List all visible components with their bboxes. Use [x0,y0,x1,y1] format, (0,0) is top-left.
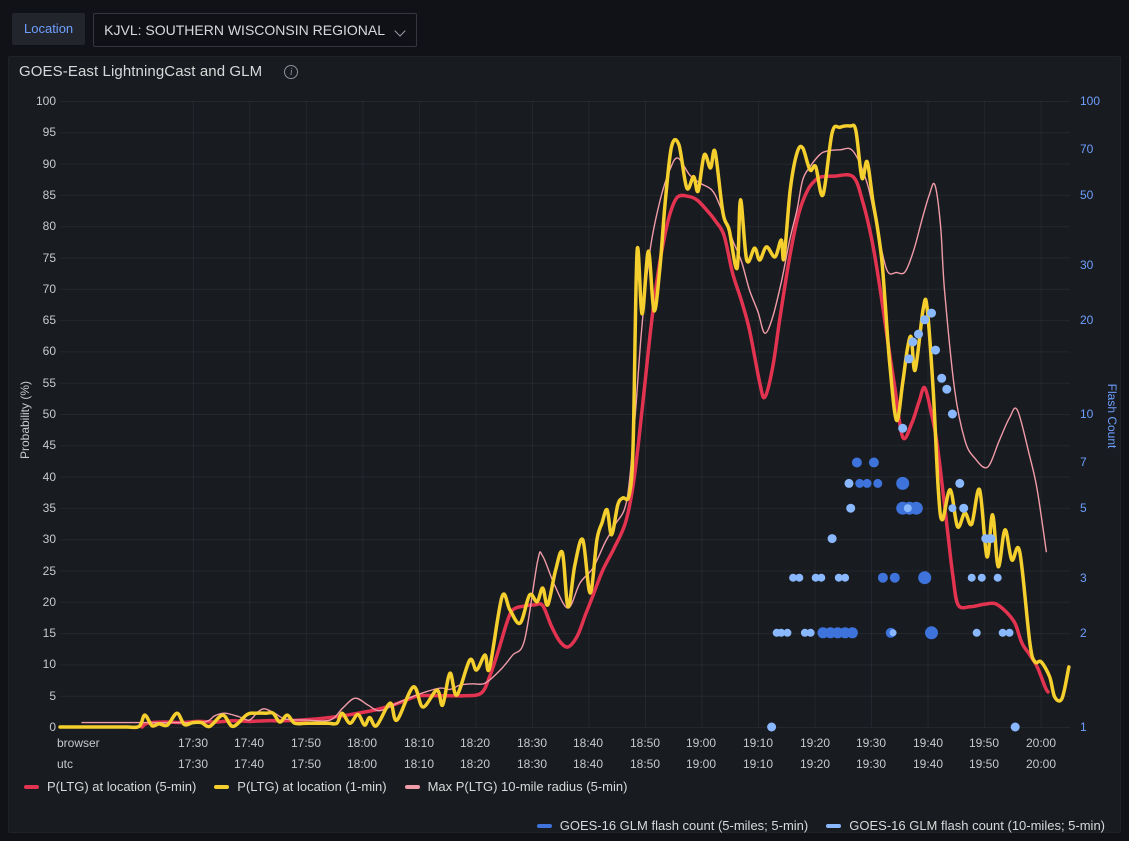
legend-label: Max P(LTG) 10-mile radius (5-min) [428,779,628,794]
y-right-tick-50: 50 [1080,188,1093,202]
x-tick-browser-19:40: 19:40 [904,736,952,750]
y-left-tick-40: 40 [18,470,56,484]
x-tick-utc-19:20: 19:20 [791,757,839,771]
x-tick-utc-18:10: 18:10 [395,757,443,771]
x-tick-browser-18:20: 18:20 [451,736,499,750]
x-tick-utc-18:20: 18:20 [451,757,499,771]
y-right-tick-3: 3 [1080,571,1087,585]
x-tick-browser-18:40: 18:40 [564,736,612,750]
y-left-tick-25: 25 [18,564,56,578]
y-left-tick-0: 0 [18,720,56,734]
x-tick-utc-19:10: 19:10 [734,757,782,771]
x-tick-browser-20:00: 20:00 [1017,736,1065,750]
x-tick-utc-17:30: 17:30 [169,757,217,771]
legend-swatch-icon [405,785,420,789]
y-left-tick-10: 10 [18,657,56,671]
panel-title[interactable]: GOES-East LightningCast and GLM [19,63,262,80]
y-left-tick-5: 5 [18,689,56,703]
y-right-tick-10: 10 [1080,407,1093,421]
x-tick-utc-18:40: 18:40 [564,757,612,771]
x-tick-browser-17:40: 17:40 [225,736,273,750]
x-tick-utc-18:30: 18:30 [508,757,556,771]
y-left-tick-20: 20 [18,595,56,609]
legend-item[interactable]: P(LTG) at location (1-min) [214,779,386,794]
legend-label: GOES-16 GLM flash count (10-miles; 5-min… [849,818,1105,833]
location-label: Location [12,13,85,45]
x-tick-utc-18:50: 18:50 [621,757,669,771]
x-tick-browser-18:50: 18:50 [621,736,669,750]
y-left-tick-55: 55 [18,376,56,390]
y-left-tick-50: 50 [18,407,56,421]
info-icon[interactable]: i [284,65,298,79]
x-tick-utc-20:00: 20:00 [1017,757,1065,771]
y-left-tick-70: 70 [18,282,56,296]
y-right-tick-7: 7 [1080,455,1087,469]
legend-item[interactable]: P(LTG) at location (5-min) [24,779,196,794]
x-tick-browser-17:30: 17:30 [169,736,217,750]
panel-header: GOES-East LightningCast and GLM i [19,63,298,80]
x-tick-utc-18:00: 18:00 [338,757,386,771]
x-tick-browser-19:00: 19:00 [677,736,725,750]
y-right-tick-5: 5 [1080,501,1087,515]
legend-item[interactable]: GOES-16 GLM flash count (5-miles; 5-min) [537,818,809,833]
x-tick-utc-19:50: 19:50 [960,757,1008,771]
location-dropdown-value: KJVL: SOUTHERN WISCONSIN REGIONAL [104,22,385,38]
y-axis-right-title: Flash Count [1105,384,1119,449]
x-axis-row-label-browser: browser [57,736,100,750]
legend-lines: P(LTG) at location (5-min) P(LTG) at loca… [24,779,627,794]
y-right-tick-20: 20 [1080,313,1093,327]
chart-panel: GOES-East LightningCast and GLM i [8,56,1121,833]
legend-label: P(LTG) at location (5-min) [47,779,196,794]
y-right-tick-70: 70 [1080,142,1093,156]
location-dropdown[interactable]: KJVL: SOUTHERN WISCONSIN REGIONAL [93,13,417,47]
y-left-tick-90: 90 [18,157,56,171]
y-left-tick-35: 35 [18,501,56,515]
y-right-tick-30: 30 [1080,258,1093,272]
y-left-tick-60: 60 [18,344,56,358]
y-left-tick-80: 80 [18,219,56,233]
x-tick-utc-17:40: 17:40 [225,757,273,771]
x-tick-browser-19:20: 19:20 [791,736,839,750]
y-left-tick-75: 75 [18,251,56,265]
y-left-tick-85: 85 [18,188,56,202]
y-left-tick-100: 100 [18,94,56,108]
x-axis-row-label-utc: utc [57,757,73,771]
y-left-tick-65: 65 [18,313,56,327]
x-tick-utc-19:00: 19:00 [677,757,725,771]
location-variable: Location KJVL: SOUTHERN WISCONSIN REGION… [12,13,417,47]
y-left-tick-30: 30 [18,532,56,546]
legend-swatch-icon [826,824,841,828]
legend-item[interactable]: GOES-16 GLM flash count (10-miles; 5-min… [826,818,1105,833]
legend-swatch-icon [214,785,229,789]
x-tick-utc-17:50: 17:50 [282,757,330,771]
top-bar: Location KJVL: SOUTHERN WISCONSIN REGION… [0,0,1129,56]
x-tick-browser-19:30: 19:30 [847,736,895,750]
y-left-tick-95: 95 [18,125,56,139]
x-tick-utc-19:40: 19:40 [904,757,952,771]
y-right-tick-100: 100 [1080,94,1100,108]
x-tick-browser-17:50: 17:50 [282,736,330,750]
legend-item[interactable]: Max P(LTG) 10-mile radius (5-min) [405,779,628,794]
y-right-tick-2: 2 [1080,626,1087,640]
legend-swatch-icon [537,824,552,828]
x-tick-browser-18:00: 18:00 [338,736,386,750]
x-tick-browser-18:10: 18:10 [395,736,443,750]
legend-label: P(LTG) at location (1-min) [237,779,386,794]
legend-label: GOES-16 GLM flash count (5-miles; 5-min) [560,818,809,833]
x-tick-browser-19:50: 19:50 [960,736,1008,750]
x-tick-utc-19:30: 19:30 [847,757,895,771]
x-tick-browser-19:10: 19:10 [734,736,782,750]
legend-swatch-icon [24,785,39,789]
y-left-tick-45: 45 [18,438,56,452]
legend-scatter: GOES-16 GLM flash count (5-miles; 5-min)… [537,818,1105,833]
x-tick-browser-18:30: 18:30 [508,736,556,750]
dashboard-page: { "topbar": { "location_label": "Locatio… [0,0,1129,841]
y-right-tick-1: 1 [1080,720,1087,734]
chevron-down-icon [395,25,406,36]
y-left-tick-15: 15 [18,626,56,640]
